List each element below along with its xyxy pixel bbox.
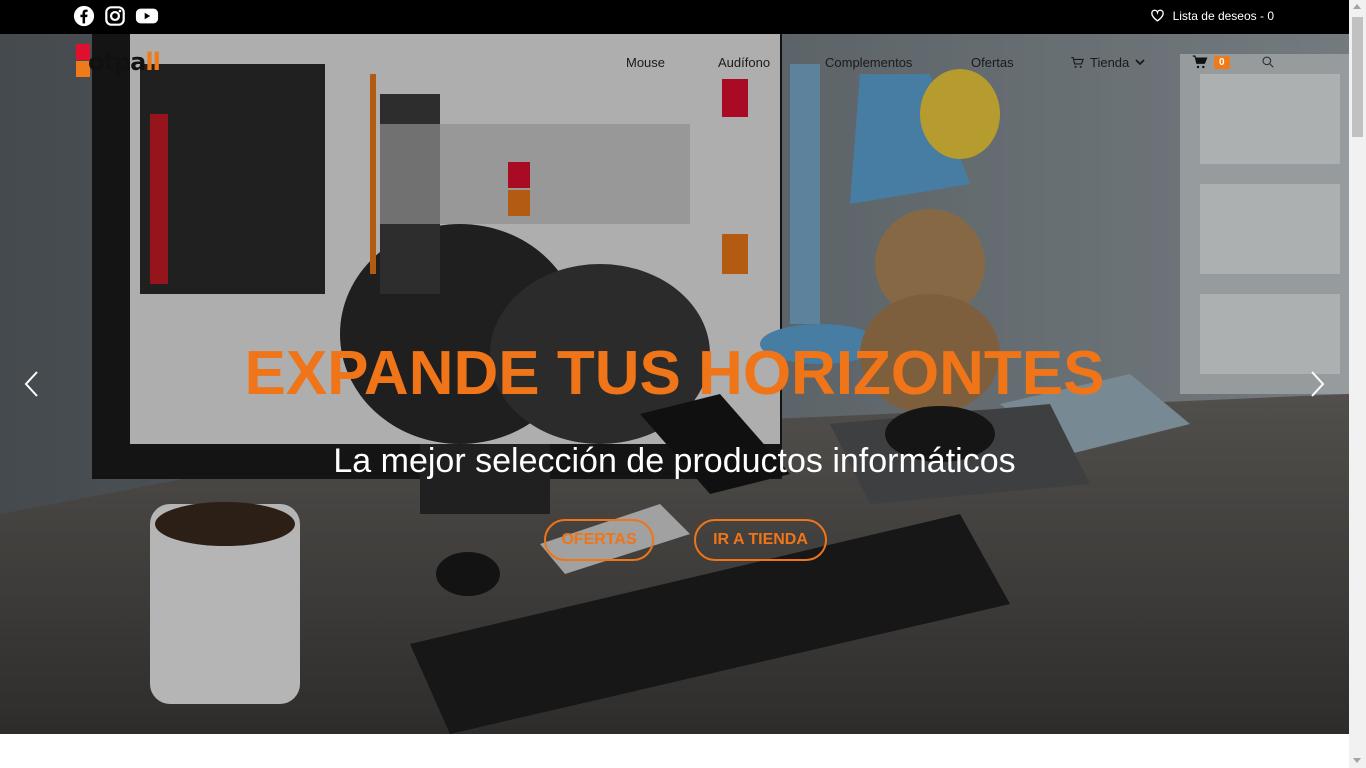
page-scrollbar[interactable] [1349,0,1366,768]
facebook-icon[interactable] [73,5,95,27]
nav-item-mouse[interactable]: Mouse [626,53,665,71]
cart-count-badge: 0 [1214,55,1230,69]
nav-item-tienda[interactable]: Tienda [1070,53,1145,71]
cart-icon [1192,54,1208,70]
youtube-icon[interactable] [135,5,159,27]
instagram-icon[interactable] [104,5,126,27]
search-button[interactable] [1261,53,1275,71]
hero-subheadline: La mejor selección de productos informát… [333,442,1016,480]
offers-cta-button[interactable]: OFERTAS [544,519,654,561]
site-logo[interactable]: otpall [76,44,186,80]
nav-label-mouse: Mouse [626,54,666,70]
hero-headline: EXPANDE TUS HORIZONTES [244,339,1105,408]
scroll-down-arrow-icon[interactable] [1353,758,1361,763]
scrollbar-thumb[interactable] [1352,17,1363,137]
cart-button[interactable]: 0 [1192,53,1230,71]
top-bar: Lista de deseos - 0 [0,0,1349,34]
chevron-down-icon [1135,57,1145,68]
nav-item-ofertas[interactable]: Ofertas [971,53,1014,71]
nav-label-tienda: Tienda [1090,54,1130,70]
nav-label-complementos: Complementos [825,54,913,70]
scroll-up-arrow-icon[interactable] [1353,4,1361,9]
slider-prev-arrow[interactable] [20,368,44,400]
nav-item-audifono[interactable]: Audífono [718,53,770,71]
shopping-cart-outline-icon [1070,55,1085,70]
store-cta-button[interactable]: IR A TIENDA [694,519,827,561]
chevron-left-icon [24,371,38,397]
wishlist-link[interactable]: Lista de deseos - 0 [1150,8,1274,23]
chevron-right-icon [1311,371,1325,397]
heart-icon [1150,9,1164,22]
nav-label-ofertas: Ofertas [971,54,1014,70]
logo-text-accent: ll [145,48,160,76]
nav-item-complementos[interactable]: Complementos [825,53,912,71]
search-icon [1261,55,1275,69]
wishlist-label: Lista de deseos - 0 [1172,8,1274,23]
logo-text: otpa [88,48,146,76]
nav-label-audifono: Audífono [718,54,771,70]
slider-next-arrow[interactable] [1305,368,1329,400]
